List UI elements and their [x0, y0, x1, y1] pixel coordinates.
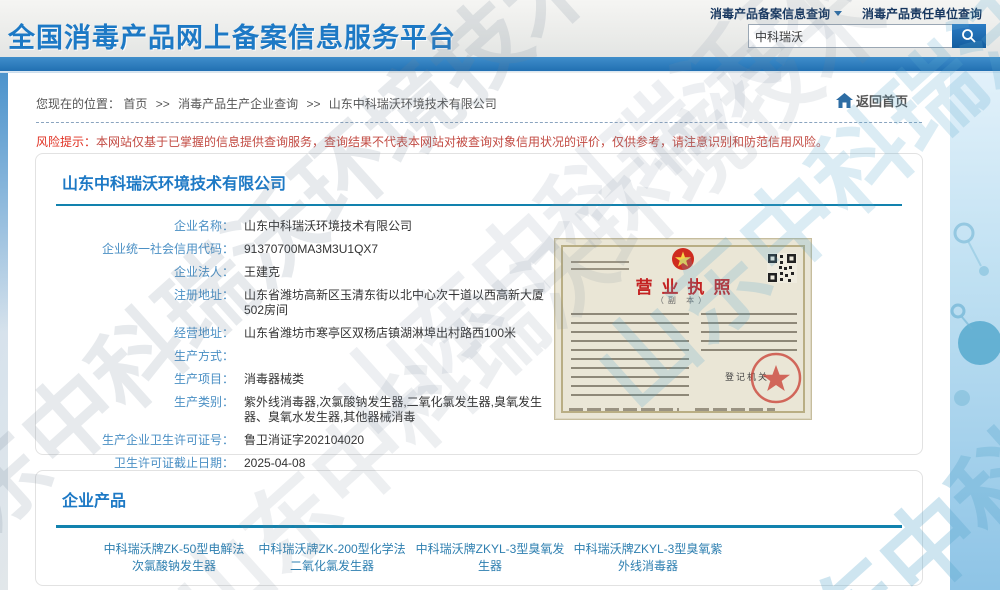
field-label: 生产项目： [36, 372, 234, 387]
business-license-image: 营业执照 （副 本） 登记机关 [554, 238, 812, 420]
main-content: 您现在的位置： 首页 >> 消毒产品生产企业查询 >> 山东中科瑞沃环境技术有限… [8, 73, 950, 590]
breadcrumb-prefix: 您现在的位置： [36, 97, 120, 111]
product-link[interactable]: 中科瑞沃牌ZKYL-3型臭氧发生器 [414, 541, 566, 575]
product-link[interactable]: 中科瑞沃牌ZKYL-3型臭氧紫外线消毒器 [572, 541, 724, 575]
breadcrumb-separator: >> [306, 97, 320, 111]
field-value [244, 349, 562, 364]
field-value: 王建克 [244, 265, 562, 280]
company-title: 山东中科瑞沃环境技术有限公司 [62, 170, 922, 194]
search-input[interactable] [748, 24, 952, 48]
field-label: 企业名称： [36, 219, 234, 234]
nav-link-unit-query-label: 消毒产品责任单位查询 [862, 5, 982, 22]
company-info-card: 山东中科瑞沃环境技术有限公司 企业名称： 山东中科瑞沃环境技术有限公司 企业统一… [35, 153, 923, 455]
section-divider [56, 525, 902, 528]
nav-bar [0, 57, 1000, 72]
search-button[interactable] [952, 24, 986, 48]
risk-notice-text: 本网站仅基于已掌握的信息提供查询服务，查询结果不代表本网站对被查询对象信用状况的… [96, 135, 828, 149]
search-bar [748, 24, 986, 48]
field-label: 企业统一社会信用代码： [36, 242, 234, 257]
risk-notice: 风险提示：本网站仅基于已掌握的信息提供查询服务，查询结果不代表本网站对被查询对象… [36, 134, 922, 150]
nav-link-record-query-label: 消毒产品备案信息查询 [710, 5, 830, 22]
field-label: 生产方式： [36, 349, 234, 364]
right-decoration [950, 73, 1000, 590]
products-title: 企业产品 [62, 487, 922, 511]
product-list: 中科瑞沃牌ZK-50型电解法次氯酸钠发生器 中科瑞沃牌ZK-200型化学法二氧化… [98, 541, 922, 575]
breadcrumb-separator: >> [156, 97, 170, 111]
field-value: 鲁卫消证字202104020 [244, 433, 562, 448]
chevron-down-icon [834, 11, 842, 16]
field-value: 91370700MA3M3U1QX7 [244, 242, 562, 257]
field-value: 消毒器械类 [244, 372, 562, 387]
product-link[interactable]: 中科瑞沃牌ZK-200型化学法二氧化氯发生器 [256, 541, 408, 575]
field-value: 山东中科瑞沃环境技术有限公司 [244, 219, 562, 234]
field-label: 生产企业卫生许可证号： [36, 433, 234, 448]
field-value: 紫外线消毒器,次氯酸钠发生器,二氧化氯发生器,臭氧发生器、臭氧水发生器,其他器械… [244, 395, 562, 425]
breadcrumb-link-enterprise-query[interactable]: 消毒产品生产企业查询 [178, 97, 298, 111]
nav-link-unit-query[interactable]: 消毒产品责任单位查询 [862, 5, 982, 22]
page-header: 全国消毒产品网上备案信息服务平台 消毒产品备案信息查询 消毒产品责任单位查询 [0, 0, 1000, 57]
license-header-lines [571, 261, 629, 273]
risk-notice-label: 风险提示： [36, 135, 96, 149]
search-icon [961, 28, 977, 44]
red-seal [749, 351, 803, 405]
license-subtitle: （副 本） [555, 295, 811, 306]
breadcrumb: 您现在的位置： 首页 >> 消毒产品生产企业查询 >> 山东中科瑞沃环境技术有限… [8, 73, 950, 118]
field-company-name: 企业名称： 山东中科瑞沃环境技术有限公司 [36, 219, 922, 234]
field-value: 山东省潍坊市寒亭区双杨店镇湖淋埠出村路西100米 [244, 326, 562, 341]
field-label: 注册地址： [36, 288, 234, 318]
breadcrumb-link-home[interactable]: 首页 [123, 97, 147, 111]
field-value: 山东省潍坊高新区玉清东街以北中心次干道以西高新大厦502房间 [244, 288, 562, 318]
field-label: 生产类别： [36, 395, 234, 425]
qr-code [767, 253, 797, 283]
field-label: 企业法人： [36, 265, 234, 280]
left-decoration [0, 73, 8, 333]
molecule-graphic [950, 193, 1000, 423]
breadcrumb-current: 山东中科瑞沃环境技术有限公司 [329, 97, 497, 111]
license-footer-lines [569, 408, 679, 411]
field-license-expiry-date: 卫生许可证截止日期： 2025-04-08 [36, 456, 922, 471]
nav-link-record-query[interactable]: 消毒产品备案信息查询 [710, 5, 842, 22]
product-link[interactable]: 中科瑞沃牌ZK-50型电解法次氯酸钠发生器 [98, 541, 250, 575]
field-value: 2025-04-08 [244, 456, 562, 471]
field-label: 卫生许可证截止日期： [36, 456, 234, 471]
license-footer-lines [695, 408, 775, 411]
national-emblem-icon [671, 247, 695, 271]
top-nav: 消毒产品备案信息查询 消毒产品责任单位查询 [710, 5, 982, 22]
section-divider [56, 204, 902, 206]
field-label: 经营地址： [36, 326, 234, 341]
dashed-divider [36, 122, 922, 123]
site-title: 全国消毒产品网上备案信息服务平台 [8, 16, 456, 55]
license-text-left [571, 313, 689, 399]
home-icon [836, 93, 853, 108]
back-home-link[interactable]: 返回首页 [836, 91, 908, 110]
products-card: 企业产品 中科瑞沃牌ZK-50型电解法次氯酸钠发生器 中科瑞沃牌ZK-200型化… [35, 470, 923, 586]
field-hygiene-license-no: 生产企业卫生许可证号： 鲁卫消证字202104020 [36, 433, 922, 448]
back-home-label: 返回首页 [856, 91, 908, 110]
